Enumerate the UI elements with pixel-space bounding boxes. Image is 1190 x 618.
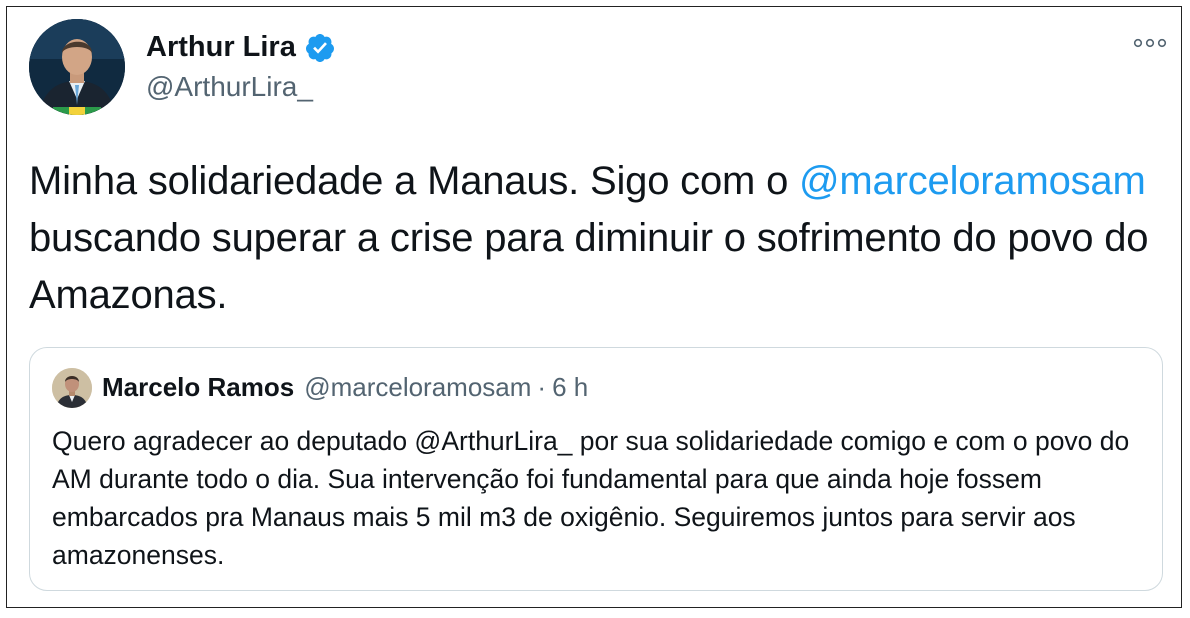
- quoted-header: Marcelo Ramos @marceloramosam · 6 h: [102, 372, 588, 403]
- quoted-tweet[interactable]: Marcelo Ramos @marceloramosam · 6 h Quer…: [29, 347, 1163, 591]
- author-display-name[interactable]: Arthur Lira: [146, 31, 296, 64]
- more-options-icon[interactable]: [1133, 35, 1167, 51]
- author-name-row: Arthur Lira: [146, 31, 336, 64]
- mention-link[interactable]: @marceloramosam: [799, 159, 1146, 203]
- author-avatar[interactable]: [29, 19, 125, 115]
- verified-badge-icon: [304, 32, 336, 64]
- author-avatar-image: [29, 19, 125, 115]
- quoted-author-avatar-image: [52, 368, 92, 408]
- quoted-meta: @marceloramosam · 6 h: [304, 372, 588, 403]
- tweet-text-part-2: buscando superar a crise para diminuir o…: [29, 216, 1149, 317]
- quoted-timestamp[interactable]: 6 h: [552, 372, 588, 403]
- quoted-text: Quero agradecer ao deputado @ArthurLira_…: [52, 426, 1130, 570]
- quoted-author-name[interactable]: Marcelo Ramos: [102, 372, 294, 403]
- quoted-author-handle[interactable]: @marceloramosam: [304, 372, 531, 403]
- tweet-text: Minha solidariedade a Manaus. Sigo com o…: [29, 153, 1149, 324]
- quoted-author-avatar[interactable]: [52, 368, 92, 408]
- author-handle[interactable]: @ArthurLira_: [146, 71, 313, 103]
- quoted-separator: ·: [537, 372, 547, 402]
- tweet-text-part-1: Minha solidariedade a Manaus. Sigo com o: [29, 159, 800, 203]
- tweet-card: Arthur Lira @ArthurLira_ Minha solidarie…: [6, 6, 1182, 608]
